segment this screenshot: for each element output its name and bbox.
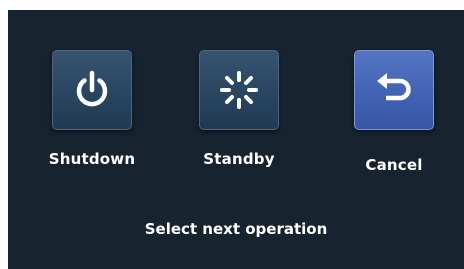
operation-prompt: Select next operation: [144, 220, 328, 238]
power-icon: [76, 70, 108, 107]
standby-spinner-icon: [220, 71, 258, 109]
return-arrow-icon: [377, 73, 411, 101]
standby-option[interactable]: Standby: [179, 50, 299, 168]
power-options-dialog: Shutdown Standby Cancel Select next oper…: [8, 10, 464, 269]
standby-label: Standby: [203, 150, 275, 168]
cancel-option[interactable]: Cancel: [334, 50, 454, 174]
shutdown-option[interactable]: Shutdown: [32, 50, 152, 168]
shutdown-label: Shutdown: [48, 150, 136, 168]
shutdown-button[interactable]: [52, 50, 132, 130]
cancel-button[interactable]: [354, 50, 434, 130]
cancel-label: Cancel: [365, 156, 423, 174]
standby-button[interactable]: [199, 50, 279, 130]
